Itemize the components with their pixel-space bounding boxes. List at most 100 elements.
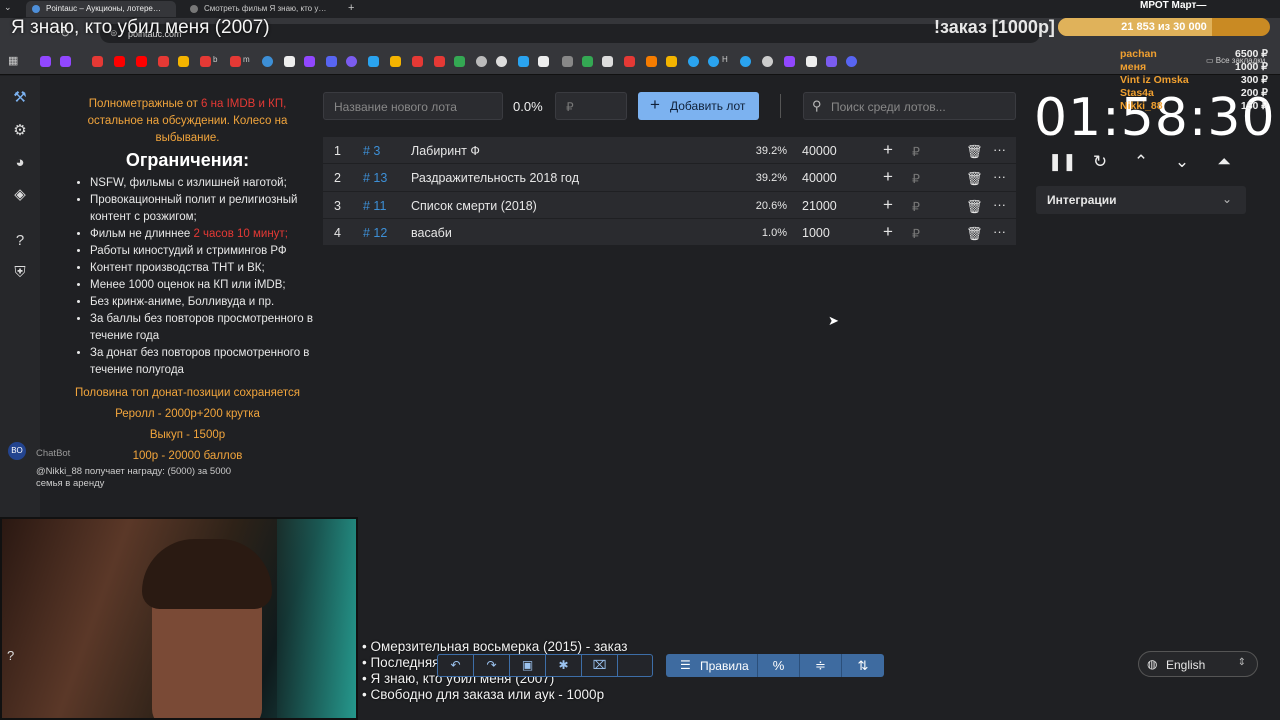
layers-icon[interactable]: ◈ [10,185,30,205]
bug-icon[interactable]: ✱ [546,655,582,676]
plus-icon[interactable]: + [883,140,893,160]
bookmark-icon[interactable] [326,56,337,67]
lot-name[interactable]: Раздражительность 2018 год [411,171,579,185]
bookmark-icon[interactable] [412,56,423,67]
trash-icon[interactable]: 🗑 [966,226,983,242]
plus-icon[interactable]: + [883,167,893,187]
bookmark-icon[interactable] [646,56,657,67]
double-up-icon[interactable]: ⏶ [1213,152,1235,174]
bookmark-telegram-icon[interactable] [708,56,719,67]
lot-amount[interactable]: 1000 [802,226,830,240]
percent-icon[interactable]: % [758,654,800,677]
bookmark-twitch-dashboard-icon[interactable] [60,56,71,67]
bookmark-icon[interactable] [562,56,573,67]
clear-list-icon[interactable]: ⌧ [582,655,618,676]
lot-id[interactable]: # 13 [363,171,387,185]
undo-icon[interactable]: ↶ [438,655,474,676]
bookmark-icon[interactable] [740,56,751,67]
rules-button[interactable]: ☰ Правила [666,654,758,677]
sort-icon[interactable]: ⇅ [842,654,884,677]
add-time-up-icon[interactable]: ⌃ [1130,152,1152,174]
lot-add-sum-input[interactable]: ₽ [912,171,920,186]
bookmark-icon[interactable] [304,56,315,67]
more-options-icon[interactable]: ··· [993,142,1006,157]
tab-list-icon[interactable]: ⌄ [4,2,12,13]
add-lot-button[interactable]: + Добавить лот [638,92,759,120]
bookmark-icon[interactable] [496,56,507,67]
bookmark-icon[interactable] [762,56,773,67]
bookmark-icon[interactable] [346,56,357,67]
plus-icon[interactable]: + [883,222,893,242]
apps-grid-icon[interactable]: ▦ [8,54,18,67]
bookmark-icon[interactable] [476,56,487,67]
subtract-time-down-icon[interactable]: ⌄ [1171,152,1193,174]
bookmark-label[interactable]: b [213,55,217,64]
search-lots-input[interactable]: ⚲ Поиск среди лотов... [803,92,1016,120]
lot-add-sum-input[interactable]: ₽ [912,144,920,159]
bookmark-icon[interactable] [602,56,613,67]
more-options-icon[interactable]: ··· [993,224,1006,239]
shield-icon[interactable]: ⛨ [10,263,30,283]
auction-hammer-icon[interactable]: ⚒ [10,88,30,108]
lot-amount[interactable]: 21000 [802,199,837,213]
bookmark-icon[interactable] [784,56,795,67]
trash-icon[interactable]: 🗑 [966,199,983,215]
bookmark-icon[interactable] [846,56,857,67]
bookmark-youtube-icon[interactable] [114,56,125,67]
tab-pointauc[interactable]: Pointauc – Аукционы, лотере… [26,1,176,17]
tab-movie[interactable]: Смотреть фильм Я знаю, кто у… [184,1,334,17]
new-lot-name-input[interactable]: Название нового лота [323,92,503,120]
table-row[interactable]: 2 # 13 Раздражительность 2018 год 39.2% … [323,164,1016,192]
lot-name[interactable]: Список смерти (2018) [411,199,537,213]
bookmark-icon[interactable] [826,56,837,67]
bookmark-label[interactable]: H [722,55,728,64]
bookmark-icon[interactable] [284,56,295,67]
bookmark-icon[interactable] [200,56,211,67]
bookmark-icon[interactable] [262,56,273,67]
wheel-chart-icon[interactable]: ◕ [10,153,30,173]
lot-id[interactable]: # 11 [363,199,386,213]
bookmark-icon[interactable] [806,56,817,67]
redo-icon[interactable]: ↷ [474,655,510,676]
lot-add-sum-input[interactable]: ₽ [912,226,920,241]
table-row[interactable]: 1 # 3 Лабиринт Ф 39.2% 40000 + ₽ 🗑 ··· [323,137,1016,165]
bookmark-icon[interactable] [230,56,241,67]
bookmark-icon[interactable] [666,56,677,67]
help-icon[interactable]: ? [10,231,30,251]
save-icon[interactable]: ▣ [510,655,546,676]
bookmark-icon[interactable] [158,56,169,67]
table-row[interactable]: 4 # 12 васаби 1.0% 1000 + ₽ 🗑 ··· [323,218,1016,247]
trash-icon[interactable]: 🗑 [966,144,983,160]
more-options-icon[interactable]: ··· [993,169,1006,184]
settings-gear-icon[interactable]: ⚙ [10,121,30,141]
lot-name[interactable]: васаби [411,226,452,240]
reset-timer-icon[interactable]: ↻ [1089,152,1111,174]
lot-id[interactable]: # 3 [363,144,380,158]
bookmark-mail-icon[interactable] [178,56,189,67]
new-tab-icon[interactable]: + [348,2,354,14]
plus-icon[interactable]: + [883,195,893,215]
bookmark-icon[interactable] [624,56,635,67]
pause-icon[interactable]: ❚❚ [1048,152,1077,174]
bookmark-icon[interactable] [434,56,445,67]
bookmark-icon[interactable] [454,56,465,67]
lot-add-sum-input[interactable]: ₽ [912,199,920,214]
more-options-icon[interactable]: ··· [993,197,1006,212]
bookmark-icon[interactable] [538,56,549,67]
lot-amount[interactable]: 40000 [802,171,837,185]
lot-id[interactable]: # 12 [363,226,387,240]
bookmark-telegram-icon[interactable] [688,56,699,67]
trash-icon[interactable]: 🗑 [966,171,983,187]
bookmark-icon[interactable] [582,56,593,67]
bookmark-icon[interactable] [390,56,401,67]
integrations-dropdown[interactable]: Интеграции ⌄ [1036,186,1246,214]
bookmark-icon[interactable] [368,56,379,67]
help-circle-icon[interactable]: ? [7,648,23,664]
new-lot-sum-input[interactable]: ₽ [555,92,627,120]
lot-name[interactable]: Лабиринт Ф [411,144,480,158]
bookmark-twitch-icon[interactable] [40,56,51,67]
lot-amount[interactable]: 40000 [802,144,837,158]
bookmark-icon[interactable] [92,56,103,67]
compact-icon[interactable]: ≑ [800,654,842,677]
language-select[interactable]: ◍ English ⇕ [1138,651,1258,677]
